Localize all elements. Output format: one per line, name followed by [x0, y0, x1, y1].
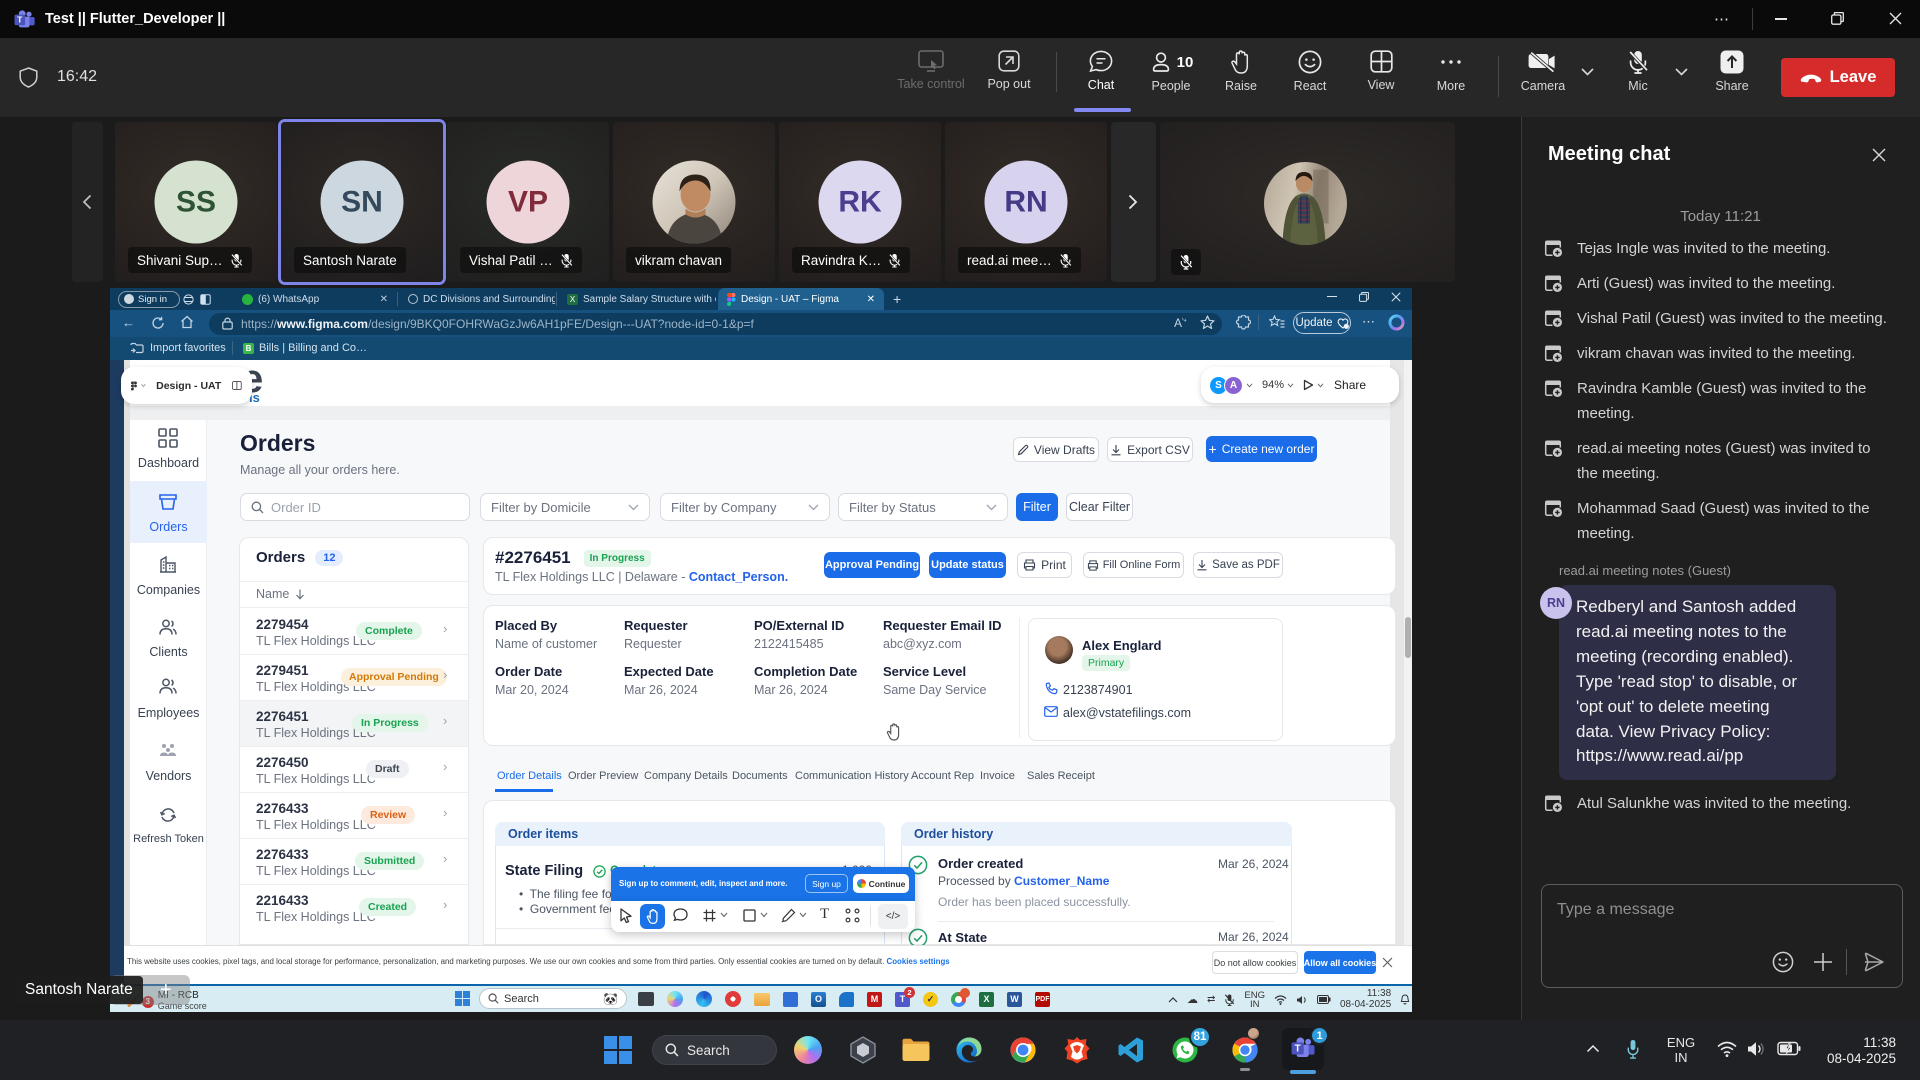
- svg-text:T: T: [17, 15, 23, 25]
- svg-text:T: T: [1295, 1043, 1301, 1054]
